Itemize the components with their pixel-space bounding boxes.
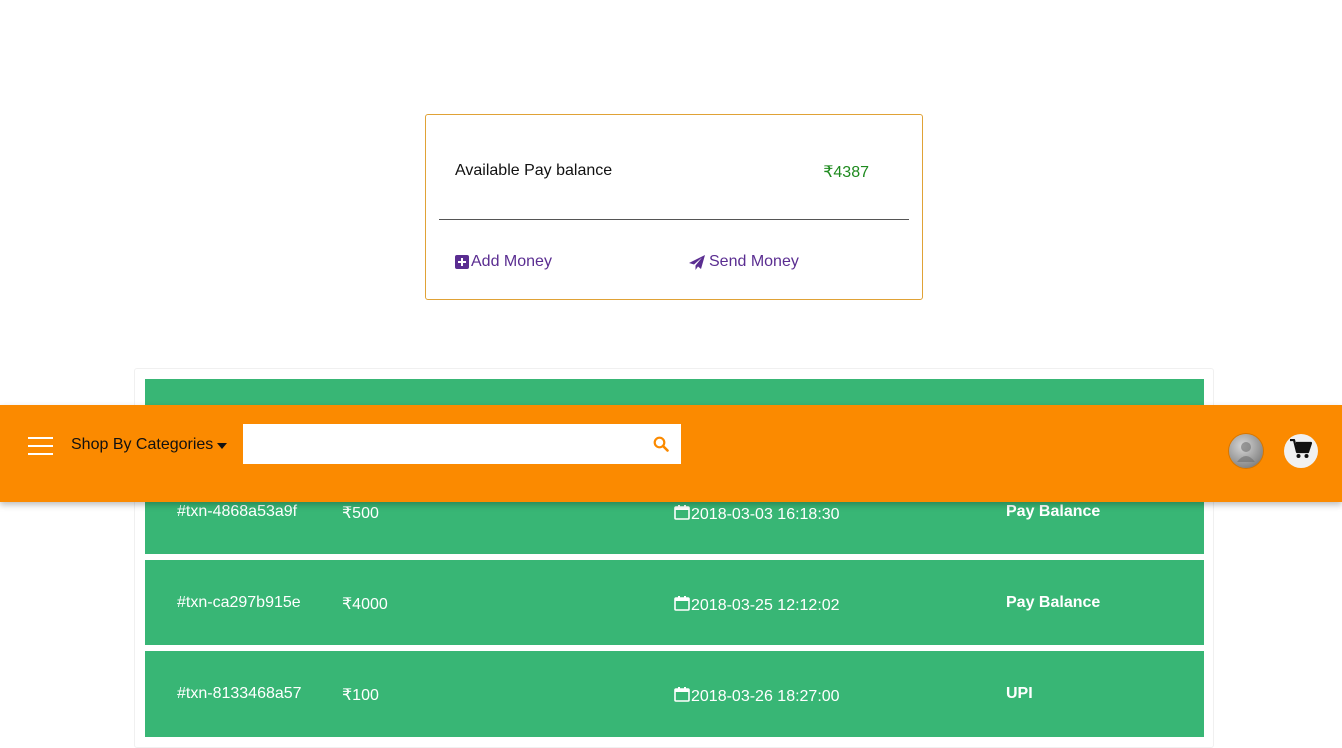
calendar-icon [674, 504, 690, 525]
search-box [243, 424, 681, 464]
user-avatar[interactable] [1229, 434, 1263, 468]
txn-amount: ₹100 [342, 687, 379, 704]
txn-id: #txn-4868a53a9f [177, 503, 298, 520]
search-icon[interactable] [653, 436, 669, 457]
plus-square-icon [455, 255, 469, 269]
shop-by-categories-dropdown[interactable]: Shop By Categories [62, 427, 235, 463]
txn-datetime: 2018-03-26 18:27:00 [691, 687, 840, 705]
txn-method: Pay Balance [1006, 594, 1101, 611]
card-divider [439, 219, 909, 220]
txn-method: UPI [1006, 685, 1033, 702]
balance-label: Available Pay balance [455, 162, 613, 179]
hamburger-icon[interactable] [28, 437, 53, 455]
cart-icon [1290, 438, 1313, 464]
txn-date: 2018-03-03 16:18:30 [674, 504, 840, 525]
categories-label: Shop By Categories [71, 436, 214, 453]
table-row[interactable]: #txn-ca297b915e ₹4000 2018-03-25 12:12:0… [145, 560, 1204, 645]
wallet-balance-card: Available Pay balance ₹4387 Add Money Se… [425, 114, 923, 300]
txn-id: #txn-8133468a57 [177, 685, 302, 702]
txn-amount: ₹4000 [342, 596, 388, 613]
table-row[interactable]: #txn-8133468a57 ₹100 2018-03-26 18:27:00… [145, 651, 1204, 737]
send-money-link[interactable]: Send Money [689, 253, 799, 271]
txn-method: Pay Balance [1006, 503, 1101, 520]
txn-date: 2018-03-26 18:27:00 [674, 686, 840, 707]
send-money-label: Send Money [709, 253, 799, 270]
top-navigation-bar: Shop By Categories [0, 405, 1342, 502]
paper-plane-icon [689, 254, 705, 270]
cart-button[interactable] [1284, 434, 1318, 468]
calendar-icon [674, 686, 690, 707]
add-money-link[interactable]: Add Money [455, 253, 552, 271]
search-input[interactable] [243, 424, 633, 464]
txn-amount: ₹500 [342, 505, 379, 522]
table-header-row [145, 379, 1204, 405]
balance-value: ₹4387 [823, 164, 869, 181]
txn-date: 2018-03-25 12:12:02 [674, 595, 840, 616]
add-money-label: Add Money [471, 253, 552, 270]
calendar-icon [674, 595, 690, 616]
txn-datetime: 2018-03-03 16:18:30 [691, 505, 840, 523]
caret-down-icon [217, 443, 228, 449]
txn-datetime: 2018-03-25 12:12:02 [691, 596, 840, 614]
txn-id: #txn-ca297b915e [177, 594, 301, 611]
